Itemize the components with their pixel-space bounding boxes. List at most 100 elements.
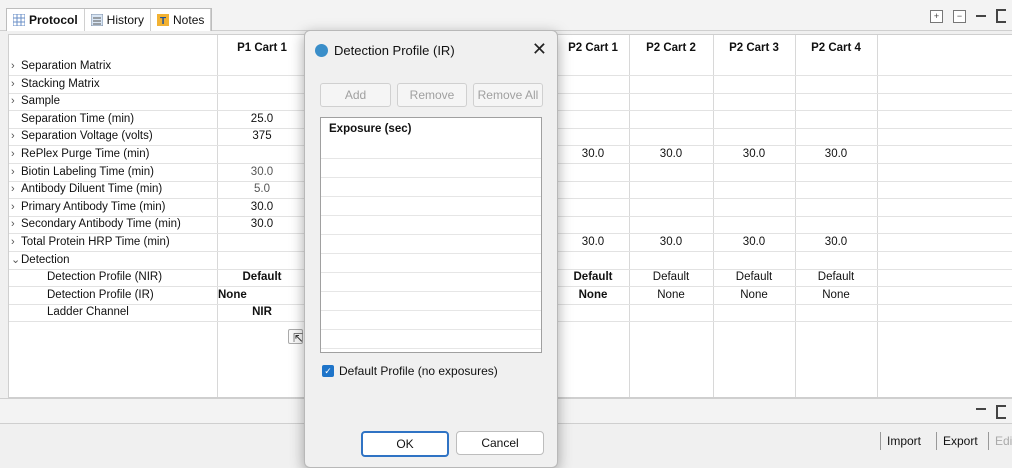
table-cell[interactable]: 30.0 — [713, 233, 795, 251]
column-header-p2-cart-3[interactable]: P2 Cart 3 — [713, 39, 795, 57]
table-cell[interactable] — [557, 251, 629, 269]
table-cell[interactable] — [629, 198, 713, 216]
chevron-right-icon[interactable]: › — [11, 92, 21, 110]
table-cell[interactable] — [557, 127, 629, 145]
cancel-button[interactable]: Cancel — [456, 431, 544, 455]
table-cell[interactable] — [557, 75, 629, 93]
table-cell[interactable] — [713, 303, 795, 321]
chevron-right-icon[interactable]: › — [11, 57, 21, 75]
table-cell[interactable] — [713, 251, 795, 269]
table-cell[interactable] — [795, 198, 877, 216]
table-cell[interactable] — [557, 57, 629, 75]
column-header-p2-cart-2[interactable]: P2 Cart 2 — [629, 39, 713, 57]
table-cell[interactable] — [557, 110, 629, 128]
maximize-icon[interactable] — [996, 9, 1006, 23]
table-cell[interactable]: 30.0 — [217, 215, 307, 233]
table-cell[interactable]: 5.0 — [217, 180, 307, 198]
table-cell[interactable] — [217, 233, 307, 251]
table-cell[interactable] — [629, 75, 713, 93]
table-cell[interactable] — [713, 92, 795, 110]
ok-button[interactable]: OK — [361, 431, 449, 457]
table-cell[interactable] — [713, 57, 795, 75]
table-cell[interactable] — [217, 145, 307, 163]
table-cell[interactable]: 25.0 — [217, 110, 307, 128]
chevron-right-icon[interactable]: › — [11, 75, 21, 93]
chevron-right-icon[interactable]: › — [11, 198, 21, 216]
table-cell[interactable] — [713, 163, 795, 181]
collapse-all-icon[interactable]: − — [953, 9, 966, 23]
export-button[interactable]: Export — [936, 432, 984, 450]
table-cell[interactable]: 30.0 — [629, 145, 713, 163]
table-cell[interactable] — [795, 57, 877, 75]
table-cell[interactable]: 30.0 — [795, 233, 877, 251]
table-cell[interactable] — [557, 198, 629, 216]
chevron-right-icon[interactable]: › — [11, 233, 21, 251]
import-button[interactable]: Import — [880, 432, 927, 450]
table-cell[interactable]: None — [795, 286, 877, 304]
default-profile-checkbox[interactable]: ✓ Default Profile (no exposures) — [322, 364, 498, 378]
column-header-p1-cart-1[interactable]: P1 Cart 1 — [217, 39, 307, 57]
table-cell[interactable] — [557, 215, 629, 233]
table-cell[interactable] — [629, 215, 713, 233]
table-cell[interactable] — [629, 180, 713, 198]
table-cell[interactable]: 30.0 — [795, 145, 877, 163]
table-cell[interactable] — [713, 215, 795, 233]
table-cell[interactable] — [713, 127, 795, 145]
table-cell[interactable] — [217, 251, 307, 269]
remove-button[interactable]: Remove — [397, 83, 467, 107]
table-cell[interactable] — [557, 303, 629, 321]
table-cell[interactable]: None — [218, 286, 308, 304]
add-button[interactable]: Add — [320, 83, 391, 107]
chevron-right-icon[interactable]: › — [11, 145, 21, 163]
table-cell[interactable]: 30.0 — [713, 145, 795, 163]
exposure-list[interactable]: Exposure (sec) — [320, 117, 542, 353]
table-cell[interactable]: NIR — [217, 303, 307, 321]
table-cell[interactable] — [713, 180, 795, 198]
table-cell[interactable] — [557, 180, 629, 198]
checkbox-checked-icon[interactable]: ✓ — [322, 365, 334, 377]
table-cell[interactable] — [795, 303, 877, 321]
table-cell[interactable]: 30.0 — [217, 198, 307, 216]
table-cell[interactable] — [795, 75, 877, 93]
table-cell[interactable] — [795, 92, 877, 110]
table-cell[interactable] — [629, 163, 713, 181]
maximize-icon[interactable] — [996, 405, 1006, 419]
column-header-p2-cart-1[interactable]: P2 Cart 1 — [557, 39, 629, 57]
table-cell[interactable] — [795, 163, 877, 181]
table-cell[interactable]: 30.0 — [557, 233, 629, 251]
table-cell[interactable]: None — [629, 286, 713, 304]
chevron-right-icon[interactable]: › — [11, 215, 21, 233]
tab-protocol[interactable]: Protocol — [7, 9, 85, 31]
table-cell[interactable]: None — [713, 286, 795, 304]
table-cell[interactable] — [557, 163, 629, 181]
table-cell[interactable] — [795, 110, 877, 128]
table-cell[interactable]: Default — [795, 268, 877, 286]
chevron-right-icon[interactable]: › — [11, 127, 21, 145]
table-cell[interactable]: 30.0 — [629, 233, 713, 251]
table-cell[interactable] — [795, 215, 877, 233]
table-cell[interactable] — [629, 303, 713, 321]
table-cell[interactable] — [629, 251, 713, 269]
table-cell[interactable] — [795, 180, 877, 198]
table-cell[interactable]: 30.0 — [557, 145, 629, 163]
table-cell[interactable]: Default — [557, 268, 629, 286]
table-cell[interactable] — [217, 57, 307, 75]
table-cell[interactable] — [713, 110, 795, 128]
table-cell[interactable] — [795, 127, 877, 145]
edit-button[interactable]: Edi — [988, 432, 1012, 450]
tab-history[interactable]: History — [85, 9, 152, 31]
table-cell[interactable] — [795, 251, 877, 269]
table-cell[interactable]: Default — [217, 268, 307, 286]
table-cell[interactable] — [713, 75, 795, 93]
expand-all-icon[interactable]: + — [930, 9, 943, 23]
close-icon[interactable]: ✕ — [532, 39, 547, 60]
table-cell[interactable] — [629, 92, 713, 110]
table-cell[interactable] — [629, 110, 713, 128]
table-cell[interactable]: None — [557, 286, 629, 304]
table-cell[interactable]: Default — [713, 268, 795, 286]
table-cell[interactable] — [629, 57, 713, 75]
minimize-icon[interactable] — [976, 408, 986, 413]
table-cell[interactable] — [217, 75, 307, 93]
chevron-down-icon[interactable]: ⌄ — [11, 251, 21, 269]
table-cell[interactable]: 30.0 — [217, 163, 307, 181]
